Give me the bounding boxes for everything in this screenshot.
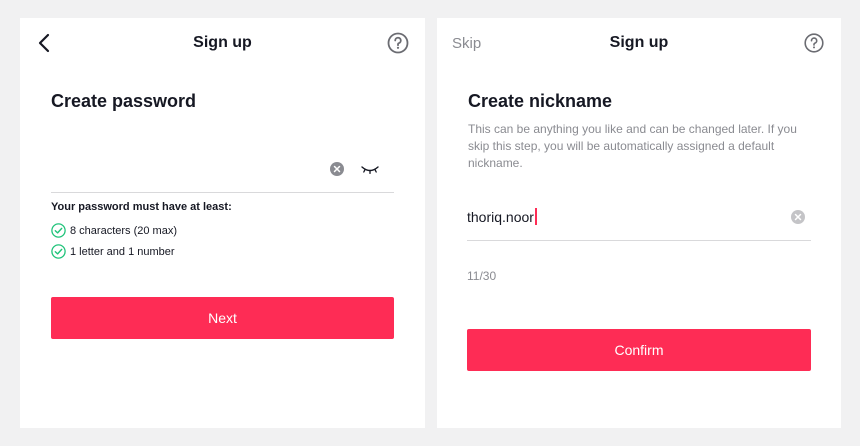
character-count: 11/30 xyxy=(467,269,497,283)
clear-circle-icon xyxy=(330,162,344,176)
requirement-item: 1 letter and 1 number xyxy=(51,244,175,259)
next-button[interactable]: Next xyxy=(51,297,394,339)
question-circle-icon xyxy=(804,33,824,53)
header-title: Sign up xyxy=(193,34,252,51)
clear-circle-icon xyxy=(791,210,805,224)
toggle-visibility-button[interactable] xyxy=(361,163,379,175)
help-button[interactable] xyxy=(387,32,409,54)
clear-button[interactable] xyxy=(791,210,805,224)
nickname-panel: Skip Sign up Create nickname This can be… xyxy=(437,18,841,428)
nickname-value: thoriq.noor xyxy=(467,208,534,225)
eye-closed-icon xyxy=(361,166,379,175)
requirement-item: 8 characters (20 max) xyxy=(51,223,177,238)
nickname-text-wrap: thoriq.noor xyxy=(467,208,537,225)
page-title: Create nickname xyxy=(468,91,613,111)
requirement-label: 8 characters (20 max) xyxy=(70,224,177,237)
requirements-title: Your password must have at least: xyxy=(51,201,232,213)
question-circle-icon xyxy=(387,32,409,54)
header-title: Sign up xyxy=(609,34,669,51)
check-circle-icon xyxy=(51,244,66,259)
clear-button[interactable] xyxy=(330,162,344,176)
password-panel: Sign up Create password Your password mu… xyxy=(20,18,425,428)
page-title: Create password xyxy=(51,91,197,111)
nickname-description: This can be anything you like and can be… xyxy=(468,122,797,170)
nickname-input[interactable]: thoriq.noor xyxy=(467,206,811,241)
check-circle-icon xyxy=(51,223,66,238)
requirement-label: 1 letter and 1 number xyxy=(70,245,175,258)
password-input[interactable] xyxy=(51,158,394,193)
confirm-button[interactable]: Confirm xyxy=(467,329,811,371)
help-button[interactable] xyxy=(803,32,825,54)
text-caret xyxy=(534,208,537,225)
